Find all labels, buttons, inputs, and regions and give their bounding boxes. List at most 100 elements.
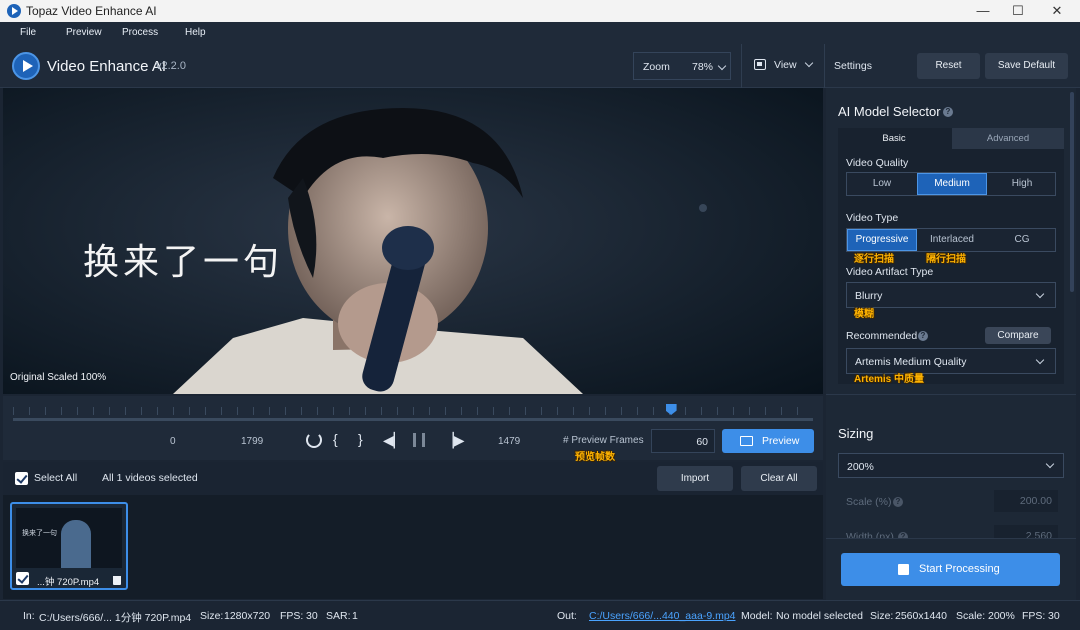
video-type-label: Video Type: [846, 212, 899, 224]
out-path-link[interactable]: C:/Users/666/...440_aaa-9.mp4: [589, 610, 736, 622]
artifact-type-value: Blurry: [855, 290, 883, 302]
type-cg[interactable]: CG: [987, 229, 1057, 251]
preview-button-label: Preview: [762, 435, 800, 447]
quality-medium[interactable]: Medium: [917, 173, 987, 195]
menu-preview[interactable]: Preview: [66, 27, 102, 38]
out-fps-label: FPS:: [1022, 610, 1046, 622]
annotation-preview-frames: 预览帧数: [575, 452, 615, 463]
panel-scrollbar[interactable]: [1070, 92, 1074, 292]
model-selector-box: Basic Advanced Video Quality Low Medium …: [838, 128, 1064, 385]
title-bar: Topaz Video Enhance AI — ☐ ✕: [0, 0, 1080, 22]
start-processing-label: Start Processing: [919, 563, 1000, 575]
reset-button[interactable]: Reset: [917, 53, 980, 79]
app-version: v2.2.0: [156, 60, 186, 72]
logo-icon: [12, 52, 40, 80]
maximize-button[interactable]: ☐: [998, 0, 1038, 22]
menu-process[interactable]: Process: [122, 27, 158, 38]
thumbnail-image: 换来了一句: [16, 508, 122, 568]
timeline-track[interactable]: [13, 418, 813, 421]
step-forward-icon[interactable]: ▕▶: [443, 432, 465, 449]
menu-bar: File Preview Process Help: [0, 22, 1080, 44]
chevron-down-icon: [1035, 289, 1045, 299]
artifact-type-label: Video Artifact Type: [846, 266, 934, 278]
minimize-button[interactable]: —: [963, 0, 1003, 22]
handwritten-caption: 换来了一句: [83, 242, 284, 283]
view-icon: [754, 59, 766, 70]
scale-help-icon: ?: [893, 497, 903, 507]
video-quality-selector: Low Medium High: [846, 172, 1056, 196]
model-label: Model:: [741, 610, 773, 622]
video-filename: ...钟 720P.mp4: [37, 577, 100, 588]
quality-low[interactable]: Low: [847, 173, 917, 195]
menu-help[interactable]: Help: [185, 27, 206, 38]
ai-model-title: AI Model Selector: [838, 104, 941, 119]
sizing-value: 200%: [847, 461, 874, 473]
model-value: No model selected: [776, 610, 863, 622]
import-button[interactable]: Import: [657, 466, 733, 491]
chevron-down-icon: [717, 61, 727, 71]
pause-icon[interactable]: [413, 433, 425, 447]
out-label: Out:: [557, 610, 577, 622]
artifact-type-dropdown[interactable]: Blurry: [846, 282, 1056, 308]
mark-out-icon[interactable]: }: [358, 431, 363, 447]
timeline-ticks: [13, 407, 813, 415]
loop-icon[interactable]: [306, 432, 322, 448]
in-size-label: Size:: [200, 610, 224, 622]
out-size-label: Size:: [870, 610, 894, 622]
in-fps: 30: [306, 610, 318, 622]
save-default-button[interactable]: Save Default: [985, 53, 1068, 79]
zoom-label: Zoom: [643, 61, 670, 73]
selected-count: All 1 videos selected: [102, 472, 198, 484]
menu-file[interactable]: File: [20, 27, 36, 38]
start-processing-button[interactable]: Start Processing: [841, 553, 1060, 586]
select-all-checkbox[interactable]: [15, 472, 28, 485]
tab-advanced[interactable]: Advanced: [952, 128, 1064, 149]
video-thumbnail-card[interactable]: 换来了一句 ...钟 720P.mp4: [10, 502, 128, 590]
tab-basic[interactable]: Basic: [838, 128, 950, 149]
recommended-label: Recommended: [846, 330, 918, 342]
settings-label: Settings: [834, 60, 872, 72]
timeline-panel: 0 1799 { } ◀▏ ▕▶ 1479 # Preview Frames 预…: [3, 396, 823, 463]
out-scale-label: Scale:: [956, 610, 986, 622]
sizing-title: Sizing: [838, 426, 874, 441]
view-button[interactable]: View: [774, 59, 797, 71]
current-frame: 1479: [498, 436, 521, 447]
close-button[interactable]: ✕: [1037, 0, 1077, 22]
trash-icon[interactable]: [113, 576, 121, 585]
select-all-label: Select All: [34, 472, 78, 484]
zoom-control[interactable]: Zoom 78%: [633, 52, 731, 80]
save-icon: [898, 564, 909, 575]
mark-in-icon[interactable]: {: [333, 431, 338, 447]
step-back-icon[interactable]: ◀▏: [383, 432, 405, 449]
clear-all-button[interactable]: Clear All: [741, 466, 817, 491]
window-title: Topaz Video Enhance AI: [26, 4, 157, 18]
compare-button[interactable]: Compare: [985, 327, 1051, 344]
out-fps: 30: [1048, 610, 1060, 622]
zoom-value: 78%: [692, 61, 714, 73]
type-interlaced[interactable]: Interlaced: [917, 229, 987, 251]
view-chevron-icon: [804, 58, 814, 68]
quality-high[interactable]: High: [987, 173, 1057, 195]
start-frame: 0: [170, 436, 176, 447]
app-header: Video Enhance AI v2.2.0 Zoom 78% View Se…: [0, 44, 1080, 88]
type-progressive[interactable]: Progressive: [847, 229, 917, 251]
video-checkbox[interactable]: [16, 572, 29, 585]
recommended-model-value: Artemis Medium Quality: [855, 356, 967, 368]
preview-button[interactable]: Preview: [722, 429, 814, 453]
annotation-interlaced: 隔行扫描: [926, 254, 966, 265]
scale-input[interactable]: 200.00: [994, 490, 1058, 512]
chevron-down-icon: [1045, 459, 1055, 469]
scale-label: Original Scaled 100%: [10, 372, 107, 383]
video-preview[interactable]: 换来了一句 Original Scaled 100%: [3, 88, 823, 394]
in-size: 1280x720: [224, 610, 271, 622]
sizing-dropdown[interactable]: 200%: [838, 453, 1064, 478]
preview-frames-input[interactable]: 60: [651, 429, 715, 453]
sar-value: 1: [352, 610, 358, 622]
status-bar: In: C:/Users/666/... 1分钟 720P.mp4 Size: …: [0, 600, 1080, 630]
settings-panel: AI Model Selector ? Basic Advanced Video…: [826, 88, 1076, 600]
video-list-bar: Select All All 1 videos selected Import …: [3, 462, 823, 495]
end-frame: 1799: [241, 436, 264, 447]
annotation-blurry: 模糊: [854, 309, 874, 320]
recommended-help-icon[interactable]: ?: [918, 331, 928, 341]
help-icon[interactable]: ?: [943, 107, 953, 117]
